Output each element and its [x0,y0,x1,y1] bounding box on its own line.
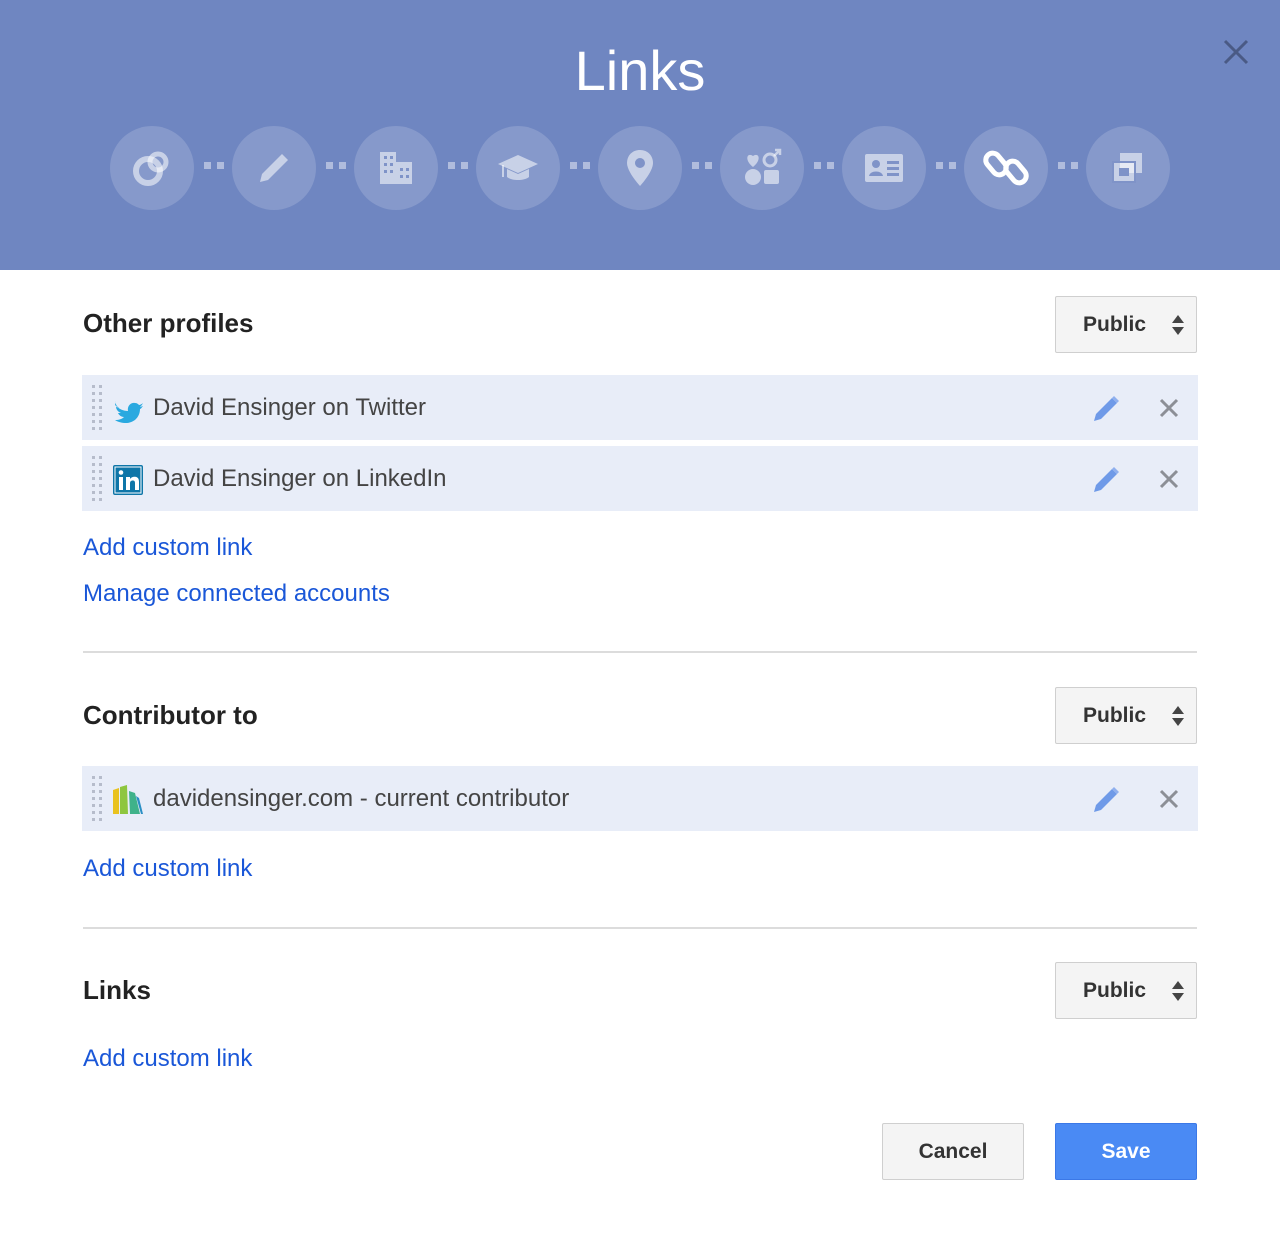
pencil-icon[interactable] [232,126,316,210]
profile-label: David Ensinger on LinkedIn [153,465,447,492]
gender-shapes-icon[interactable] [720,126,804,210]
step-connector [808,162,840,172]
remove-x-icon[interactable] [1158,468,1180,490]
google-plus-ring-icon[interactable] [110,126,194,210]
updown-arrows-icon [1172,981,1184,1001]
contributor-row: davidensinger.com - current contributor [82,766,1198,831]
updown-arrows-icon [1172,315,1184,335]
stacked-windows-icon[interactable] [1086,126,1170,210]
edit-pencil-icon[interactable] [1090,464,1122,496]
save-button[interactable]: Save [1055,1123,1197,1180]
visibility-label: Public [1083,704,1147,727]
graduation-cap-icon[interactable] [476,126,560,210]
close-icon[interactable] [1218,34,1254,70]
profile-row-linkedin: David Ensinger on LinkedIn [82,446,1198,511]
step-connector [686,162,718,172]
links-title: Links [83,975,151,1005]
map-pin-icon[interactable] [598,126,682,210]
remove-x-icon[interactable] [1158,397,1180,419]
step-connector [442,162,474,172]
dialog-title: Links [574,39,706,102]
step-connector [1052,162,1084,172]
twitter-icon [115,401,143,423]
contact-card-icon[interactable] [842,126,926,210]
drag-handle-icon[interactable] [91,454,103,504]
manage-connected-accounts-link[interactable]: Manage connected accounts [83,580,390,608]
step-connector [564,162,596,172]
site-favicon-icon [113,785,143,814]
remove-x-icon[interactable] [1158,788,1180,810]
links-visibility-select[interactable]: Public [1055,962,1197,1019]
drag-handle-icon[interactable] [91,383,103,433]
add-custom-link-other-profiles[interactable]: Add custom link [83,534,252,562]
contributor-to-title: Contributor to [83,700,258,730]
edit-pencil-icon[interactable] [1090,393,1122,425]
add-custom-link-contributor[interactable]: Add custom link [83,855,252,883]
section-divider [83,651,1197,653]
section-divider [83,927,1197,929]
step-connector [320,162,352,172]
drag-handle-icon[interactable] [91,774,103,824]
visibility-label: Public [1083,979,1147,1002]
edit-pencil-icon[interactable] [1090,784,1122,816]
add-custom-link-links[interactable]: Add custom link [83,1045,252,1073]
contributor-label: davidensinger.com - current contributor [153,785,570,812]
other-profiles-visibility-select[interactable]: Public [1055,296,1197,353]
other-profiles-title: Other profiles [83,308,254,338]
dialog-header: Links [0,0,1280,270]
visibility-label: Public [1083,313,1147,336]
profile-steps [110,126,1170,210]
contributor-to-visibility-select[interactable]: Public [1055,687,1197,744]
step-connector [198,162,230,172]
updown-arrows-icon [1172,706,1184,726]
chain-link-icon[interactable] [964,126,1048,210]
profile-row-twitter: David Ensinger on Twitter [82,375,1198,440]
building-icon[interactable] [354,126,438,210]
cancel-button[interactable]: Cancel [882,1123,1024,1180]
step-connector [930,162,962,172]
profile-label: David Ensinger on Twitter [153,394,427,421]
linkedin-icon [113,465,143,495]
